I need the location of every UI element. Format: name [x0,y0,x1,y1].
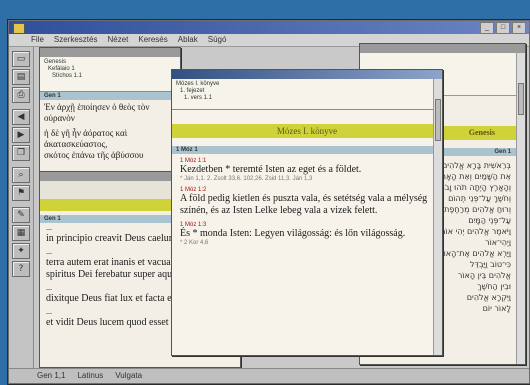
find-icon[interactable]: ⌕ [12,167,30,183]
menu-search[interactable]: Keresés [138,34,167,46]
note-icon[interactable]: ✎ [12,207,30,223]
maximize-button[interactable]: □ [496,22,510,34]
greek-chapter-heading: Gen 1 [40,92,180,100]
cross-reference[interactable]: * Ján 1,1. 2. Zsolt 33,6. 102,26. Zsid 1… [180,176,428,182]
menu-help[interactable]: Súgó [208,34,227,46]
status-reference: Gen 1,1 [37,371,66,380]
vertical-toolbar: ▭ ▤ ⎙ ◀ ▶ ❐ ⌕ ⚑ ✎ ▦ ✦ ? [9,47,34,369]
bookmark-icon[interactable]: ⚑ [12,185,30,201]
save-icon[interactable]: ▤ [12,69,30,85]
menu-window[interactable]: Ablak [178,34,198,46]
greek-verse-1: Ἐν ἀρχῇ ἐποίησεν ὁ θεὸς τὸν οὐρανὸν [44,102,150,123]
open-icon[interactable]: ▭ [12,51,30,67]
nav-chapter[interactable]: 1. fejezet [176,88,438,95]
settings-icon[interactable]: ✦ [12,243,30,259]
nav-book[interactable]: Genesis [44,59,176,66]
forward-icon[interactable]: ▶ [12,127,30,143]
bible-app-window: _ □ × File Szerkesztés Nézet Keresés Abl… [8,20,530,384]
print-icon[interactable]: ⎙ [12,87,30,103]
hungarian-verse-2: A föld pedig kietlen és puszta vala, és … [180,193,428,216]
greek-nav-tree[interactable]: Genesis Kefálaio 1 Stíchos 1.1 [40,57,180,92]
app-titlebar: _ □ × [9,21,529,34]
hungarian-verse-3: És * monda Isten: Legyen világosság: és … [180,228,406,239]
back-icon[interactable]: ◀ [12,109,30,125]
nav-chapter[interactable]: Kefálaio 1 [44,66,176,73]
nav-verse[interactable]: 1. vers 1.1 [176,95,438,102]
help-icon[interactable]: ? [12,261,30,277]
app-icon[interactable] [13,23,25,34]
hebrew-window-titlebar[interactable] [360,44,525,53]
copy-icon[interactable]: ❐ [12,145,30,161]
greek-verse-3: σκότος ἐπάνω τῆς ἀβύσσου [44,150,144,160]
menu-edit[interactable]: Szerkesztés [54,34,98,46]
close-button[interactable]: × [512,22,526,34]
hungarian-nav-tree[interactable]: Mózes I. könyve 1. fejezet 1. vers 1.1 [172,79,442,110]
minimize-button[interactable]: _ [480,22,494,34]
hebrew-scrollbar[interactable] [516,53,525,364]
hungarian-verse-1: Kezdetben * teremté Isten az eget és a f… [180,164,362,175]
greek-verse-2: ἡ δὲ γῆ ἦν ἀόρατος καὶ ἀκατασκεύαστος, [44,128,128,149]
greek-window-titlebar[interactable] [40,48,180,57]
menu-view[interactable]: Nézet [107,34,128,46]
nav-book[interactable]: Mózes I. könyve [176,81,438,88]
menu-file[interactable]: File [31,34,44,46]
hungarian-text-window[interactable]: Mózes I. könyve 1. fejezet 1. vers 1.1 M… [171,69,443,356]
hungarian-chapter-heading: 1 Móz 1 [172,146,442,154]
greek-text-window[interactable]: Genesis Kefálaio 1 Stíchos 1.1 Gen 1 Ἐν … [39,47,181,179]
status-translation: Vulgata [115,371,143,380]
status-language: Latinus [77,371,104,380]
dictionary-icon[interactable]: ▦ [12,225,30,241]
hungarian-scrollbar[interactable] [433,79,442,355]
hungarian-band-title: Mózes I. könyve [172,124,442,138]
cross-reference[interactable]: * 2 Kor 4,6 [180,240,428,246]
statusbar: Gen 1,1 Latinus Vulgata [9,368,529,383]
nav-verse[interactable]: Stíchos 1.1 [44,73,176,80]
hungarian-window-titlebar[interactable] [172,70,442,79]
